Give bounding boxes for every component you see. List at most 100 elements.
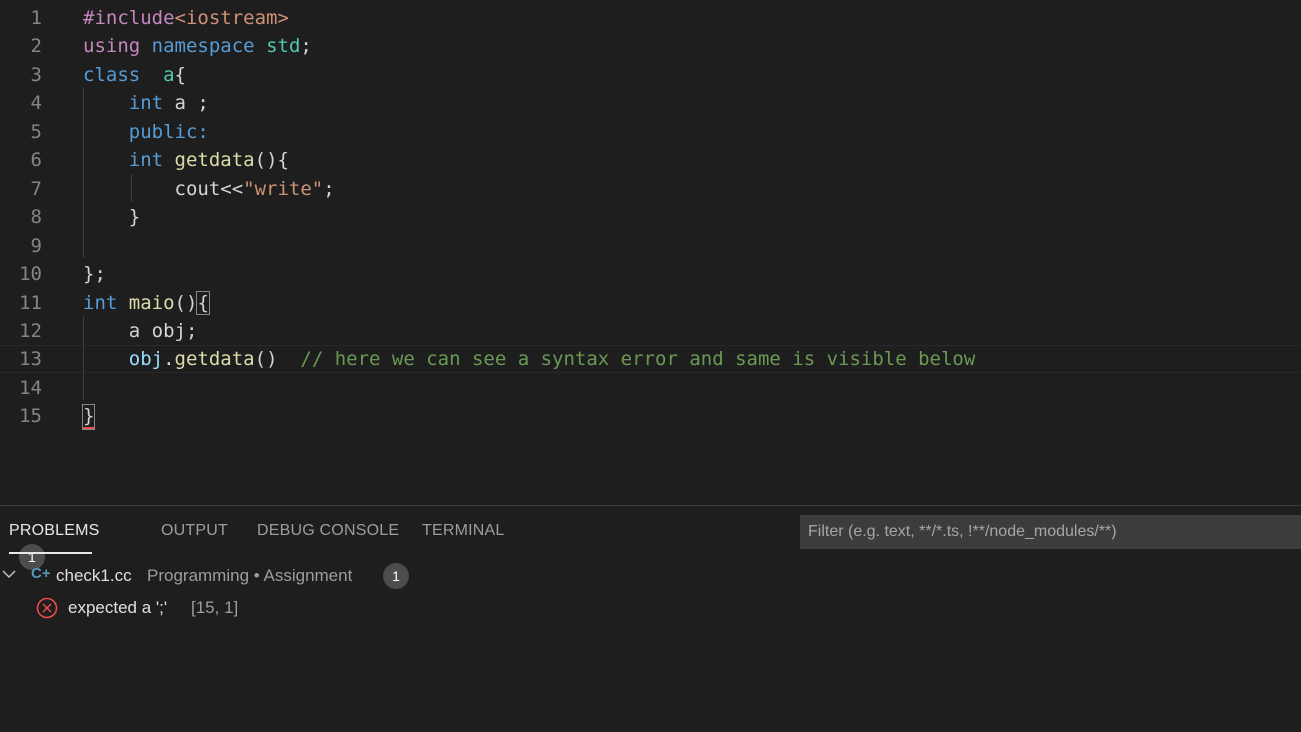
code-token: }; bbox=[83, 263, 106, 285]
code-line[interactable]: 11 int maio(){ bbox=[0, 289, 1301, 317]
code-token: obj bbox=[128, 348, 164, 370]
line-number: 11 bbox=[19, 292, 42, 314]
code-token: } bbox=[81, 404, 96, 430]
code-text: }; bbox=[83, 260, 106, 288]
code-token: "write" bbox=[243, 178, 324, 200]
code-token: using bbox=[83, 35, 141, 57]
chevron-down-icon[interactable] bbox=[2, 562, 16, 590]
code-line[interactable]: 8 } bbox=[0, 203, 1301, 231]
code-token: int bbox=[83, 292, 118, 314]
code-token: ; bbox=[323, 178, 335, 200]
code-line[interactable]: 2 using namespace std; bbox=[0, 32, 1301, 60]
code-token: { bbox=[196, 291, 210, 315]
tab-terminal-label: TERMINAL bbox=[422, 522, 505, 539]
line-number: 7 bbox=[30, 178, 42, 200]
code-line[interactable]: 5 public: bbox=[0, 118, 1301, 146]
tab-debug-console-label: DEBUG CONSOLE bbox=[257, 522, 400, 539]
problems-filter-input[interactable] bbox=[800, 515, 1301, 549]
tab-output[interactable]: OUTPUT bbox=[161, 518, 228, 554]
tab-problems[interactable]: PROBLEMS 1 bbox=[9, 518, 139, 570]
code-token: () bbox=[254, 348, 301, 370]
line-number: 1 bbox=[30, 7, 42, 29]
code-token: int bbox=[128, 149, 164, 171]
code-token: a ; bbox=[163, 92, 209, 114]
code-line[interactable]: 6 int getdata(){ bbox=[0, 146, 1301, 174]
code-line[interactable]: 9 bbox=[0, 232, 1301, 260]
code-line[interactable]: 13 obj.getdata() // here we can see a sy… bbox=[0, 345, 1301, 373]
code-token: int bbox=[128, 92, 164, 114]
line-number: 13 bbox=[19, 348, 42, 370]
tab-output-label: OUTPUT bbox=[161, 522, 228, 539]
line-number: 2 bbox=[30, 35, 42, 57]
code-text: } bbox=[81, 402, 96, 430]
code-token: namespace bbox=[151, 35, 255, 57]
code-token: a obj; bbox=[83, 320, 198, 342]
code-text: } bbox=[83, 203, 140, 231]
cpp-file-icon: C+ bbox=[31, 565, 51, 582]
problem-message: expected a ';' bbox=[68, 598, 168, 617]
tab-problems-label: PROBLEMS bbox=[9, 522, 100, 539]
problem-row[interactable]: expected a ';' [15, 1] bbox=[0, 594, 1301, 622]
code-token: getdata bbox=[174, 149, 255, 171]
code-token: <iostream> bbox=[174, 7, 289, 29]
code-token: class bbox=[83, 64, 141, 86]
bottom-panel: PROBLEMS 1 OUTPUT DEBUG CONSOLE TERMINAL… bbox=[0, 505, 1301, 732]
code-text: public: bbox=[83, 118, 209, 146]
line-number: 6 bbox=[30, 149, 42, 171]
tab-terminal[interactable]: TERMINAL bbox=[422, 518, 505, 554]
file-problem-count-badge: 1 bbox=[383, 563, 409, 589]
line-number: 8 bbox=[30, 206, 42, 228]
code-line[interactable]: 7 cout<<"write"; bbox=[0, 175, 1301, 203]
code-token: public: bbox=[128, 121, 209, 143]
code-token: . bbox=[163, 348, 175, 370]
line-number: 12 bbox=[19, 320, 42, 342]
problem-file-row[interactable]: C+ check1.cc Programming • Assignment 1 bbox=[0, 562, 1301, 590]
line-number: 9 bbox=[30, 235, 42, 257]
line-number: 3 bbox=[30, 64, 42, 86]
problem-location: [15, 1] bbox=[191, 598, 239, 617]
code-text: obj.getdata() // here we can see a synta… bbox=[83, 346, 976, 372]
line-number: 4 bbox=[30, 92, 42, 114]
line-number: 10 bbox=[19, 263, 42, 285]
code-token: // here we can see a syntax error and sa… bbox=[300, 348, 976, 370]
code-text: using namespace std; bbox=[83, 32, 312, 60]
code-text: #include<iostream> bbox=[83, 4, 289, 32]
code-token: maio bbox=[128, 292, 175, 314]
line-number: 15 bbox=[19, 405, 42, 427]
code-token: std bbox=[266, 35, 301, 57]
code-token: } bbox=[83, 206, 141, 228]
line-number: 14 bbox=[19, 377, 42, 399]
code-text: int a ; bbox=[83, 89, 209, 117]
code-text: int maio(){ bbox=[83, 289, 210, 317]
code-line[interactable]: 14 bbox=[0, 374, 1301, 402]
code-line[interactable]: 12 a obj; bbox=[0, 317, 1301, 345]
tab-debug-console[interactable]: DEBUG CONSOLE bbox=[257, 518, 399, 554]
code-token: { bbox=[174, 64, 186, 86]
code-line[interactable]: 10}; bbox=[0, 260, 1301, 288]
code-token: (){ bbox=[254, 149, 289, 171]
code-line[interactable]: 15} bbox=[0, 402, 1301, 430]
error-icon bbox=[36, 597, 58, 619]
code-token: getdata bbox=[174, 348, 255, 370]
line-number: 5 bbox=[30, 121, 42, 143]
code-token: () bbox=[174, 292, 198, 314]
code-line[interactable]: 3 class a{ bbox=[0, 61, 1301, 89]
code-token: a bbox=[163, 64, 175, 86]
code-text: cout<<"write"; bbox=[83, 175, 335, 203]
code-token: #include bbox=[83, 7, 175, 29]
code-text: int getdata(){ bbox=[83, 146, 289, 174]
code-token: cout<< bbox=[83, 178, 244, 200]
file-name: check1.cc bbox=[56, 566, 132, 585]
code-line[interactable]: 4 int a ; bbox=[0, 89, 1301, 117]
code-line[interactable]: 1 #include<iostream> bbox=[0, 4, 1301, 32]
code-editor[interactable]: 1 #include<iostream> 2 using namespace std;… bbox=[0, 0, 1301, 505]
